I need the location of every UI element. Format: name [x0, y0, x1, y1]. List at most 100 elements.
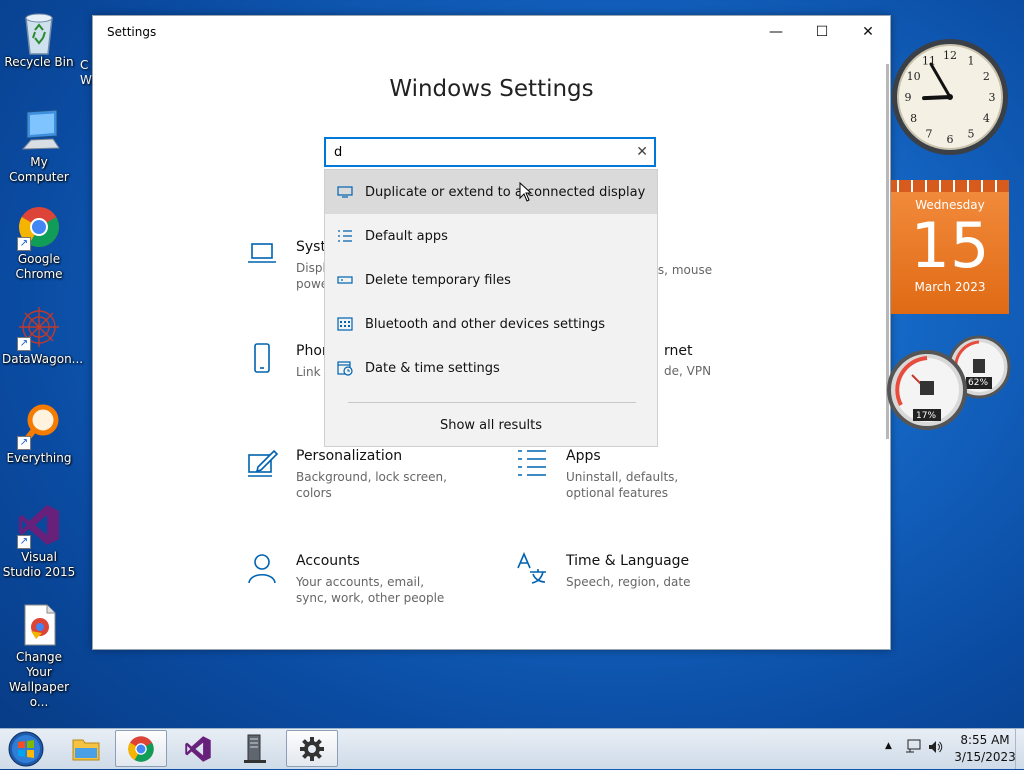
taskbar-clock[interactable]: 8:55 AM 3/15/2023: [952, 732, 1018, 766]
suggestion-label: Bluetooth and other devices settings: [365, 316, 606, 332]
clock-numeral: 3: [989, 91, 996, 104]
taskbar-time: 8:55 AM: [960, 733, 1010, 747]
category-title: Accounts: [296, 553, 360, 569]
calendar-day: 15: [910, 209, 990, 282]
visual-studio-icon: [185, 735, 211, 762]
desktop-icon-label: Everything: [6, 451, 72, 465]
clock-numeral: 4: [983, 112, 990, 125]
storage-icon: [336, 273, 354, 287]
titlebar[interactable]: Settings — ☐ ✕: [93, 16, 890, 48]
maximize-icon: ☐: [815, 24, 829, 40]
category-description: Speech, region, date: [566, 575, 691, 589]
taskbar-explorer[interactable]: [60, 730, 112, 767]
show-desktop-button[interactable]: [1015, 729, 1024, 769]
clock-numeral: 8: [910, 112, 917, 125]
cpu-meter-gadget[interactable]: 62% 17%: [887, 335, 1011, 435]
clear-search-icon[interactable]: ✕: [636, 144, 648, 160]
desktop-icon-label: Change Your Wallpaper o...: [8, 650, 70, 709]
show-hidden-icons-icon[interactable]: ▲: [885, 741, 892, 751]
laptop-icon: [248, 243, 276, 263]
clock-numeral: 12: [943, 49, 957, 62]
close-button[interactable]: ✕: [845, 16, 891, 48]
maximize-button[interactable]: ☐: [799, 16, 845, 48]
taskbar-server-app[interactable]: [229, 730, 281, 767]
clock-numeral: 2: [983, 70, 990, 83]
volume-icon[interactable]: [927, 739, 943, 755]
recycle-bin-icon: [17, 8, 61, 55]
clock-hour-hand: [922, 95, 952, 101]
desktop-icon-my-computer[interactable]: My Computer: [2, 108, 76, 185]
clock-numeral: 11: [922, 55, 936, 68]
phone-icon: [254, 343, 270, 373]
shortcut-arrow-icon: ↗: [17, 237, 31, 251]
category-title: Apps: [566, 448, 601, 464]
cpu-usage: 17%: [916, 411, 937, 421]
settings-window: Settings — ☐ ✕ Windows Settings Syste Di…: [92, 15, 891, 650]
clock-numeral: 9: [905, 91, 912, 104]
network-icon[interactable]: [904, 739, 922, 755]
suggestion-default-apps[interactable]: Default apps: [325, 214, 657, 258]
chrome-icon: ↗: [17, 205, 61, 251]
minimize-button[interactable]: —: [753, 16, 799, 48]
suggestion-date-time[interactable]: Date & time settings: [325, 346, 657, 390]
taskbar-settings[interactable]: [286, 730, 338, 767]
desktop-icon-label: DataWagon...: [2, 352, 84, 366]
minimize-icon: —: [769, 24, 783, 40]
clock-numeral: 7: [926, 127, 933, 140]
suggestion-bluetooth-devices[interactable]: Bluetooth and other devices settings: [325, 302, 657, 346]
show-all-results-button[interactable]: Show all results: [325, 418, 657, 433]
taskbar-chrome[interactable]: [115, 730, 167, 767]
clock-numeral: 5: [968, 127, 975, 140]
desktop-icon-label: Visual Studio 2015: [2, 550, 76, 579]
clock-numeral: 1: [968, 55, 975, 68]
shortcut-arrow-icon: ↗: [17, 436, 31, 450]
start-button[interactable]: [6, 731, 46, 767]
category-description: Uninstall, defaults, optional features: [566, 470, 679, 500]
category-title: Time & Language: [566, 553, 690, 569]
calendar-binding: [891, 180, 1009, 192]
shortcut-arrow-icon: ↗: [17, 337, 31, 351]
desktop-icon-label: Recycle Bin: [4, 55, 74, 69]
desktop-icon-label: My Computer: [9, 155, 69, 184]
category-title: Personalization: [296, 448, 403, 464]
apps-icon: [518, 450, 546, 476]
category-description: de, VPN: [664, 364, 712, 378]
desktop-icon-everything[interactable]: ↗ Everything: [2, 404, 76, 466]
suggestion-label: Duplicate or extend to a connected displ…: [365, 184, 646, 200]
calendar-gadget[interactable]: Wednesday 15 March 2023: [891, 180, 1009, 314]
mouse-cursor-icon: [519, 182, 533, 202]
desktop-icon-recycle-bin[interactable]: Recycle Bin: [2, 8, 76, 70]
desktop-icon-google-chrome[interactable]: ↗ Google Chrome: [2, 205, 76, 282]
gear-icon: [300, 736, 324, 761]
category-title: rnet: [664, 343, 693, 359]
taskbar-visual-studio[interactable]: [172, 730, 224, 767]
desktop-icon-visual-studio[interactable]: ↗ Visual Studio 2015: [2, 503, 76, 580]
shortcut-arrow-icon: ↗: [17, 535, 31, 549]
desktop-icon-label: Google Chrome: [15, 252, 63, 281]
category-description: rs, mouse: [653, 263, 713, 277]
everything-search-icon: ↗: [17, 404, 61, 450]
category-description: Displa powe: [296, 261, 334, 291]
memory-usage: 62%: [968, 378, 989, 388]
search-box[interactable]: ✕: [324, 137, 656, 167]
search-input[interactable]: [334, 143, 624, 161]
memory-chip-icon: [973, 359, 985, 373]
close-icon: ✕: [862, 24, 874, 40]
calendar-page: Wednesday 15 March 2023: [891, 192, 1009, 314]
desktop-icon-datawagon[interactable]: ↗ DataWagon...: [2, 305, 84, 367]
default-apps-icon: [336, 229, 354, 243]
desktop-icon-change-wallpaper[interactable]: Change Your Wallpaper o...: [2, 603, 76, 710]
accounts-icon: [248, 554, 276, 584]
server-icon: [244, 734, 266, 763]
windows-orb-icon: [8, 731, 44, 767]
category-description: Background, lock screen, colors: [296, 470, 447, 500]
display-icon: [336, 185, 354, 199]
suggestion-duplicate-display[interactable]: Duplicate or extend to a connected displ…: [325, 170, 657, 214]
desktop-icon-partial-label: C W: [80, 58, 92, 87]
suggestion-delete-temp-files[interactable]: Delete temporary files: [325, 258, 657, 302]
window-title: Settings: [107, 25, 157, 39]
clock-gadget[interactable]: 12 1 2 3 4 5 6 7 8 9 10 11: [890, 35, 1010, 159]
computer-icon: [17, 108, 61, 152]
personalization-icon: [248, 449, 278, 477]
wallpaper-file-icon: [17, 603, 61, 647]
